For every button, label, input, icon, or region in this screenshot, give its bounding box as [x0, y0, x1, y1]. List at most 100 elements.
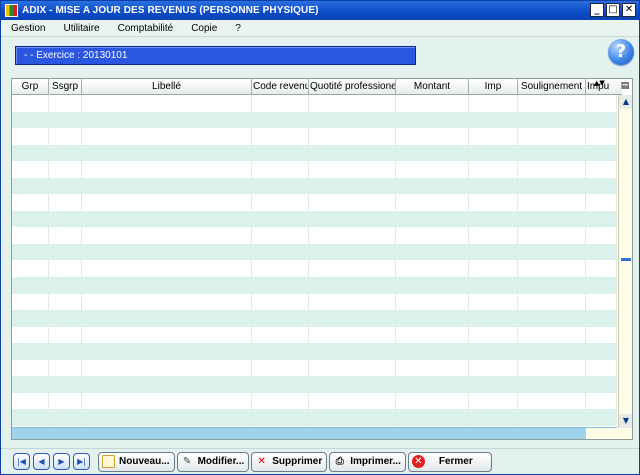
table-cell[interactable]	[469, 95, 518, 112]
table-row[interactable]	[12, 111, 617, 129]
vertical-scrollbar[interactable]: ▲ ▼	[618, 95, 632, 428]
table-cell[interactable]	[82, 359, 252, 377]
col-header-ssgrp[interactable]: Ssgrp	[49, 79, 82, 95]
table-cell[interactable]	[586, 310, 617, 327]
table-cell[interactable]	[469, 177, 518, 195]
table-cell[interactable]	[49, 144, 82, 162]
table-row[interactable]	[12, 326, 617, 344]
table-cell[interactable]	[396, 326, 469, 344]
table-cell[interactable]	[12, 343, 49, 360]
table-cell[interactable]	[12, 376, 49, 393]
table-cell[interactable]	[309, 409, 396, 426]
table-row[interactable]	[12, 260, 617, 278]
table-cell[interactable]	[12, 260, 49, 278]
table-cell[interactable]	[82, 293, 252, 311]
table-cell[interactable]	[309, 144, 396, 162]
table-cell[interactable]	[82, 227, 252, 244]
table-cell[interactable]	[309, 260, 396, 278]
table-cell[interactable]	[309, 243, 396, 261]
table-cell[interactable]	[12, 310, 49, 327]
table-cell[interactable]	[518, 359, 586, 377]
table-cell[interactable]	[396, 392, 469, 410]
table-cell[interactable]	[49, 227, 82, 244]
table-cell[interactable]	[309, 128, 396, 145]
menu-comptabilite[interactable]: Comptabilité	[108, 23, 182, 34]
table-cell[interactable]	[518, 144, 586, 162]
table-cell[interactable]	[396, 128, 469, 145]
table-cell[interactable]	[309, 310, 396, 327]
table-cell[interactable]	[12, 409, 49, 426]
table-cell[interactable]	[82, 277, 252, 294]
table-cell[interactable]	[469, 210, 518, 228]
table-cell[interactable]	[469, 343, 518, 360]
table-cell[interactable]	[82, 392, 252, 410]
table-cell[interactable]	[309, 343, 396, 360]
table-row[interactable]	[12, 227, 617, 244]
table-cell[interactable]	[518, 260, 586, 278]
table-cell[interactable]	[586, 359, 617, 377]
table-cell[interactable]	[12, 177, 49, 195]
table-cell[interactable]	[309, 326, 396, 344]
table-cell[interactable]	[82, 194, 252, 211]
table-row[interactable]	[12, 161, 617, 178]
table-cell[interactable]	[469, 243, 518, 261]
supprimer-button[interactable]: ✕ Supprimer	[251, 451, 328, 472]
table-cell[interactable]	[252, 227, 309, 244]
table-cell[interactable]	[586, 194, 617, 211]
table-row[interactable]	[12, 210, 617, 228]
table-cell[interactable]	[82, 210, 252, 228]
table-row[interactable]	[12, 144, 617, 162]
table-cell[interactable]	[82, 343, 252, 360]
table-cell[interactable]	[586, 161, 617, 178]
table-cell[interactable]	[518, 293, 586, 311]
table-cell[interactable]	[469, 277, 518, 294]
table-cell[interactable]	[252, 392, 309, 410]
nouveau-button[interactable]: Nouveau...	[98, 451, 175, 472]
table-cell[interactable]	[12, 144, 49, 162]
table-cell[interactable]	[12, 227, 49, 244]
table-cell[interactable]	[518, 194, 586, 211]
table-cell[interactable]	[396, 293, 469, 311]
table-cell[interactable]	[49, 243, 82, 261]
minimize-icon[interactable]: _	[590, 3, 604, 17]
table-cell[interactable]	[396, 227, 469, 244]
table-cell[interactable]	[396, 95, 469, 112]
table-cell[interactable]	[396, 161, 469, 178]
table-cell[interactable]	[586, 293, 617, 311]
table-cell[interactable]	[252, 293, 309, 311]
table-cell[interactable]	[12, 392, 49, 410]
col-header-soulignement[interactable]: Soulignement	[518, 79, 586, 95]
table-cell[interactable]	[518, 392, 586, 410]
table-cell[interactable]	[12, 210, 49, 228]
table-cell[interactable]	[252, 376, 309, 393]
table-cell[interactable]	[49, 392, 82, 410]
table-cell[interactable]	[396, 376, 469, 393]
table-cell[interactable]	[518, 277, 586, 294]
table-cell[interactable]	[82, 95, 252, 112]
table-row[interactable]	[12, 359, 617, 377]
col-header-quotite[interactable]: Quotité professionelle	[309, 79, 396, 95]
table-cell[interactable]	[309, 177, 396, 195]
table-cell[interactable]	[518, 95, 586, 112]
table-row[interactable]	[12, 243, 617, 261]
table-cell[interactable]	[586, 111, 617, 129]
table-cell[interactable]	[586, 243, 617, 261]
table-cell[interactable]	[586, 210, 617, 228]
table-row[interactable]	[12, 409, 617, 426]
table-cell[interactable]	[586, 392, 617, 410]
table-cell[interactable]	[49, 293, 82, 311]
title-bar[interactable]: ADIX - MISE A JOUR DES REVENUS (PERSONNE…	[1, 1, 639, 20]
menu-help[interactable]: ?	[225, 23, 249, 34]
table-cell[interactable]	[252, 144, 309, 162]
table-cell[interactable]	[469, 310, 518, 327]
table-cell[interactable]	[309, 210, 396, 228]
table-cell[interactable]	[252, 326, 309, 344]
table-cell[interactable]	[396, 260, 469, 278]
table-cell[interactable]	[12, 95, 49, 112]
table-cell[interactable]	[49, 210, 82, 228]
table-cell[interactable]	[82, 111, 252, 129]
table-cell[interactable]	[82, 310, 252, 327]
table-cell[interactable]	[396, 277, 469, 294]
table-cell[interactable]	[396, 177, 469, 195]
table-cell[interactable]	[252, 95, 309, 112]
